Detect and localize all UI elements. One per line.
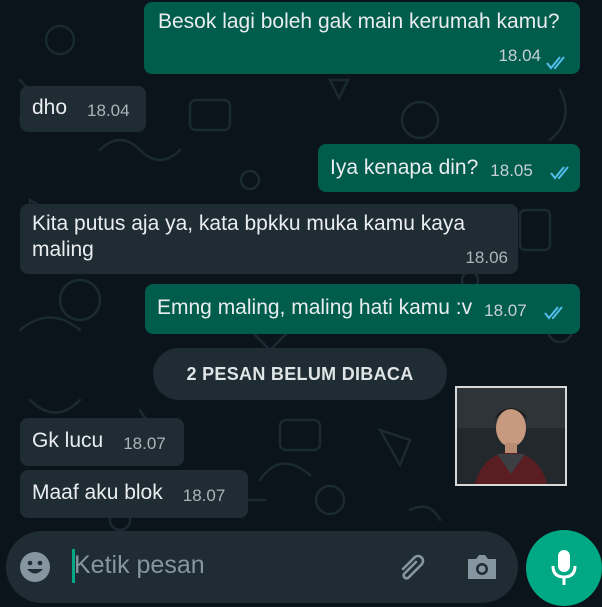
paperclip-icon[interactable] — [394, 549, 430, 585]
message-text: Emng maling, maling hati kamu :v — [157, 296, 473, 319]
message-time: 18.05 — [490, 161, 533, 180]
message-bubble-incoming[interactable]: dho 18.04 — [20, 86, 146, 132]
message-bubble-outgoing[interactable]: Besok lagi boleh gak main kerumah kamu? … — [144, 2, 580, 74]
emoji-icon[interactable] — [18, 550, 52, 584]
message-text: Besok lagi boleh gak main kerumah kamu? — [158, 10, 560, 33]
message-text: Maaf aku blok — [32, 481, 163, 504]
microphone-button[interactable] — [526, 530, 602, 606]
unread-messages-banner: 2 PESAN BELUM DIBACA — [153, 348, 447, 400]
profile-photo — [455, 386, 567, 486]
message-text: dho — [32, 96, 68, 119]
message-bubble-incoming[interactable]: Gk lucu 18.07 — [20, 418, 184, 466]
double-check-icon — [546, 56, 565, 70]
message-text-line: Kita putus aja ya, kata bpkku muka kamu … — [32, 212, 466, 235]
message-time: 18.07 — [123, 434, 166, 453]
message-bubble-incoming[interactable]: Kita putus aja ya, kata bpkku muka kamu … — [20, 204, 518, 274]
message-text: Gk lucu — [32, 429, 104, 452]
double-check-icon — [543, 306, 563, 320]
message-text: Iya kenapa din? — [330, 156, 479, 179]
message-bubble-outgoing[interactable]: Emng maling, maling hati kamu :v 18.07 — [145, 284, 580, 334]
person-photo-icon — [457, 388, 565, 484]
double-check-icon — [550, 166, 569, 180]
message-time: 18.04 — [87, 101, 130, 120]
message-time: 18.07 — [182, 486, 226, 505]
microphone-icon — [551, 550, 577, 585]
message-composer[interactable]: Ketik pesan — [6, 531, 518, 603]
message-text-line: maling — [32, 238, 94, 261]
message-time: 18.07 — [484, 301, 527, 320]
message-time: 18.04 — [498, 46, 541, 65]
message-input[interactable]: Ketik pesan — [74, 551, 205, 580]
message-bubble-outgoing[interactable]: Iya kenapa din? 18.05 — [318, 144, 580, 192]
message-time: 18.06 — [465, 248, 508, 267]
camera-icon[interactable] — [464, 551, 500, 583]
message-bubble-incoming[interactable]: Maaf aku blok 18.07 — [20, 470, 248, 518]
